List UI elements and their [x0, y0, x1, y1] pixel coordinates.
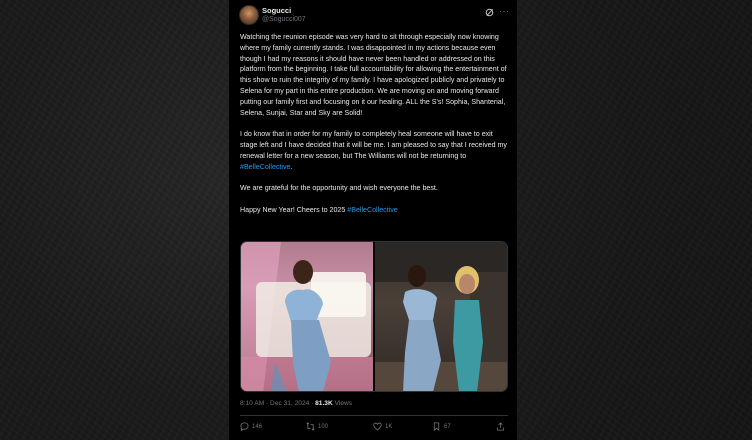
tweet-card: Sogucci @Sogucci007 ··· Watching the reu…	[229, 0, 517, 440]
tweet-header: Sogucci @Sogucci007 ···	[239, 5, 509, 27]
grok-icon[interactable]	[485, 8, 494, 17]
views-label: Views	[332, 400, 353, 407]
share-button[interactable]	[496, 422, 505, 431]
tweet-paragraph-3: We are grateful for the opportunity and …	[240, 184, 438, 193]
bookmark-icon	[433, 422, 440, 431]
timestamp[interactable]: 8:10 AM · Dec 31, 2024 ·	[240, 400, 315, 407]
like-count: 1K	[385, 423, 393, 430]
divider	[240, 415, 508, 416]
views-count: 81.3K	[315, 400, 333, 407]
tweet-actions: 146 100 1K 67	[240, 422, 510, 436]
tweet-paragraph-1: Watching the reunion episode was very ha…	[240, 33, 507, 117]
hashtag-link[interactable]: #BelleCollective	[347, 206, 397, 214]
user-handle[interactable]: @Sogucci007	[262, 16, 306, 23]
like-icon	[373, 422, 382, 431]
tweet-paragraph-2: I do know that in order for my family to…	[240, 130, 507, 171]
repost-icon	[306, 422, 315, 431]
avatar[interactable]	[239, 5, 259, 25]
photo-left[interactable]	[241, 242, 373, 391]
repost-count: 100	[318, 423, 329, 430]
photo-right[interactable]	[375, 242, 507, 391]
tweet-media[interactable]	[240, 241, 508, 392]
reply-count: 146	[252, 423, 263, 430]
tweet-text: Watching the reunion episode was very ha…	[240, 32, 510, 226]
more-icon[interactable]: ···	[499, 6, 510, 16]
repost-button[interactable]: 100	[306, 422, 328, 431]
display-name[interactable]: Sogucci	[262, 6, 291, 15]
share-icon	[496, 422, 505, 431]
bookmark-count: 67	[444, 423, 451, 430]
reply-button[interactable]: 146	[240, 422, 262, 431]
bookmark-button[interactable]: 67	[432, 422, 451, 431]
reply-icon	[240, 422, 249, 431]
hashtag-link[interactable]: #BelleCollective	[240, 163, 290, 171]
tweet-paragraph-4: Happy New Year! Cheers to 2025 #BelleCol…	[240, 205, 398, 214]
like-button[interactable]: 1K	[373, 422, 392, 431]
tweet-meta: 8:10 AM · Dec 31, 2024 · 81.3K Views	[240, 400, 352, 407]
